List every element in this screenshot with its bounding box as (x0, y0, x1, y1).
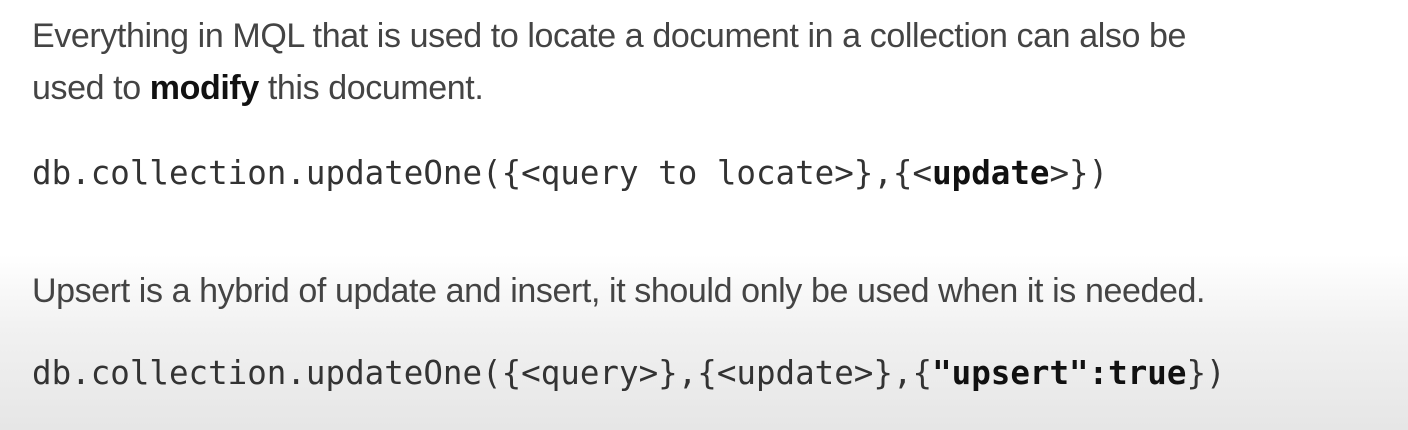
upsert-description: Upsert is a hybrid of update and insert,… (32, 272, 1206, 310)
update-one-code: db.collection.updateOne({<query to locat… (32, 151, 1108, 195)
intro-line-2-end: this document. (258, 69, 484, 107)
intro-line-1: Everything in MQL that is used to locate… (32, 17, 1187, 55)
intro-line-2-start: used to (32, 69, 150, 107)
modify-emphasis: modify (149, 69, 259, 107)
upsert-paragraph: Upsert is a hybrid of update and insert,… (32, 265, 1205, 317)
update-code-keyword: update (932, 154, 1050, 192)
upsert-code: db.collection.updateOne({<query>},{<upda… (32, 351, 1226, 395)
upsert-code-option: "upsert":true (932, 354, 1187, 392)
slide-content: Everything in MQL that is used to locate… (0, 0, 1408, 430)
intro-paragraph: Everything in MQL that is used to locate… (32, 10, 1186, 114)
update-code-suffix: >}) (1049, 154, 1109, 192)
update-code-prefix: db.collection.updateOne({<query to locat… (32, 154, 933, 192)
upsert-code-prefix: db.collection.updateOne({<query>},{<upda… (32, 354, 933, 392)
upsert-code-suffix: }) (1186, 354, 1226, 392)
